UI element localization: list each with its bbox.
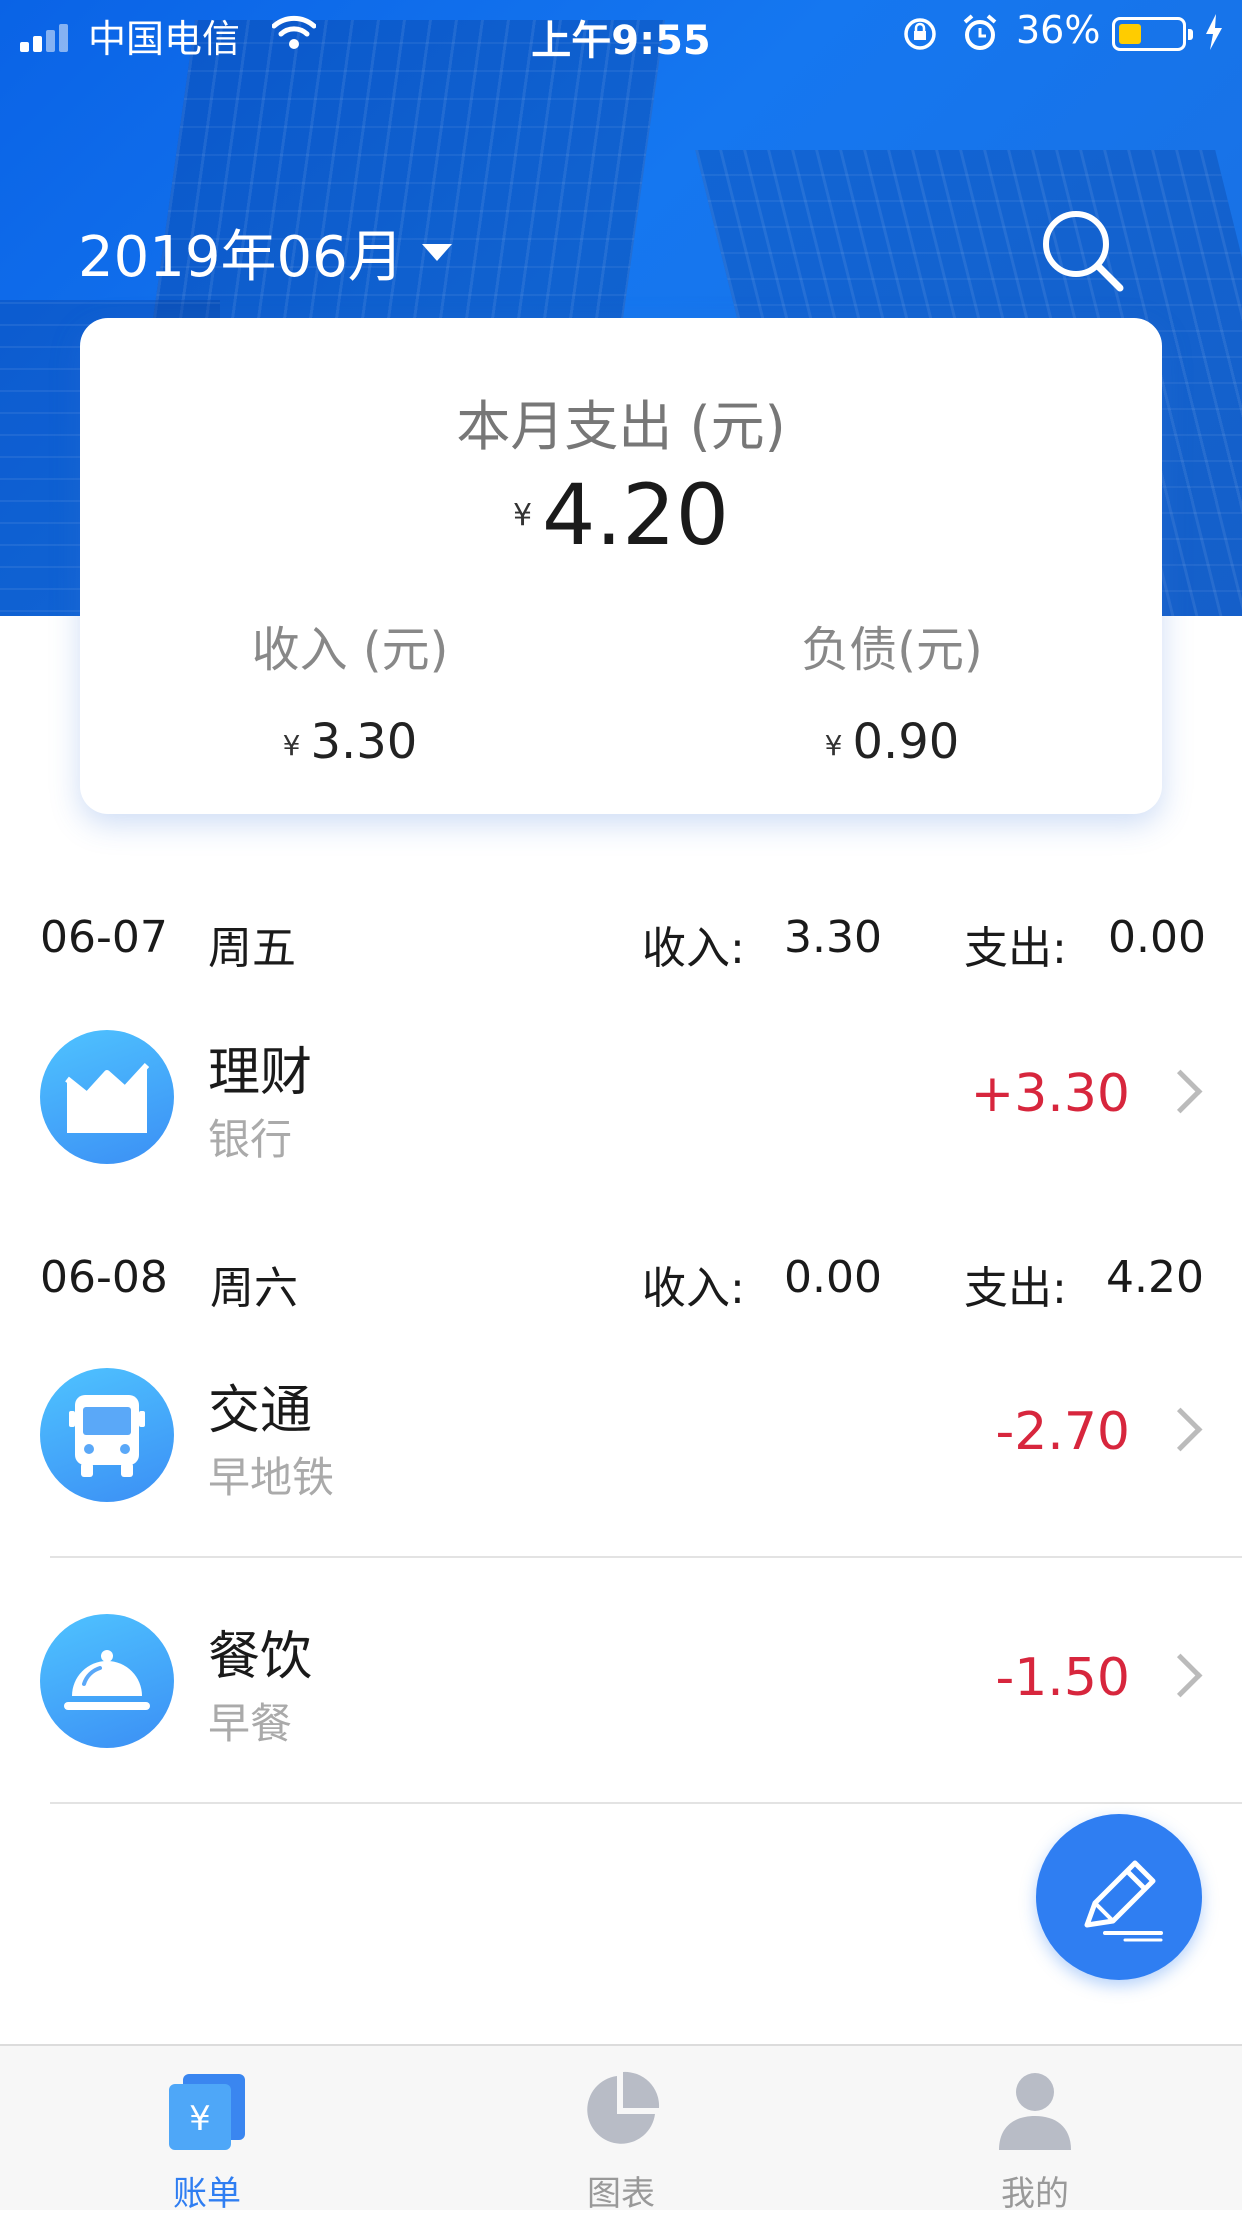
food-cloche-icon: [40, 1614, 174, 1748]
list-item[interactable]: 理财 银行 +3.30: [0, 996, 1242, 1196]
total-expense-value: 4.20: [542, 466, 730, 564]
record-amount: +3.30: [970, 1064, 1130, 1124]
pencil-icon: [1084, 1860, 1163, 1942]
month-selector[interactable]: 2019年06月: [78, 212, 452, 293]
divider: [50, 1802, 1242, 1804]
svg-text:¥: ¥: [189, 2099, 211, 2139]
tab-profile[interactable]: 我的: [828, 2046, 1242, 2214]
day-income-value: 3.30: [784, 912, 882, 963]
list-item[interactable]: 餐饮 早餐 -1.50: [0, 1580, 1242, 1780]
currency-symbol: ¥: [512, 497, 533, 533]
tab-bar: ¥ 账单 图表 我的: [0, 2044, 1242, 2214]
day-date: 06-07: [40, 912, 168, 963]
day-date: 06-08: [40, 1252, 168, 1303]
finance-chart-icon: [40, 1030, 174, 1164]
status-bar: 中国电信 上午9:55 36%: [0, 0, 1242, 66]
monthly-expense-title: 本月支出 (元): [456, 395, 786, 458]
debt-amount: ¥0.90: [824, 714, 960, 770]
day-expense-value: 4.20: [1106, 1252, 1204, 1303]
day-header: 06-07 周五 收入: 3.30 支出: 0.00: [0, 900, 1242, 980]
battery-icon: [1112, 17, 1193, 51]
month-label: 2019年06月: [78, 225, 404, 290]
debt-label: 负债(元): [801, 622, 983, 678]
day-income-label: 收入:: [642, 1263, 745, 1314]
pie-chart-icon: [587, 2071, 660, 2144]
rotation-lock-icon: [904, 18, 936, 50]
income-label: 收入 (元): [251, 622, 449, 678]
record-note: 早地铁: [208, 1453, 335, 1502]
record-note: 银行: [208, 1115, 293, 1164]
debt-summary: 负债(元) ¥0.90: [622, 610, 1162, 770]
day-income-value: 0.00: [784, 1252, 882, 1303]
day-income-label: 收入:: [642, 923, 745, 974]
income-summary: 收入 (元) ¥3.30: [80, 610, 620, 770]
record-amount: -1.50: [995, 1648, 1130, 1708]
day-expense-label: 支出:: [964, 923, 1067, 974]
day-weekday: 周六: [210, 1263, 298, 1314]
tab-charts[interactable]: 图表: [414, 2046, 828, 2214]
charging-icon: [1206, 14, 1222, 50]
list-item[interactable]: 交通 早地铁 -2.70: [0, 1334, 1242, 1534]
chevron-right-icon: [1158, 1069, 1203, 1114]
battery-percent: 36%: [1016, 8, 1101, 52]
search-icon[interactable]: [1040, 208, 1124, 292]
record-category: 交通: [208, 1381, 313, 1441]
divider: [50, 1556, 1242, 1558]
bus-icon: [40, 1368, 174, 1502]
add-record-button[interactable]: [1036, 1814, 1202, 1980]
bill-icon: ¥: [169, 2074, 245, 2150]
chevron-right-icon: [1158, 1653, 1203, 1698]
chevron-right-icon: [1158, 1407, 1203, 1452]
day-expense-value: 0.00: [1108, 912, 1206, 963]
income-amount: ¥3.30: [282, 714, 418, 770]
alarm-icon: [963, 14, 997, 50]
record-category: 理财: [208, 1043, 313, 1103]
record-note: 早餐: [208, 1699, 293, 1748]
tab-bills[interactable]: ¥ 账单: [0, 2046, 414, 2214]
day-header: 06-08 周六 收入: 0.00 支出: 4.20: [0, 1240, 1242, 1320]
day-weekday: 周五: [208, 923, 296, 974]
summary-card: 本月支出 (元) ¥4.20 收入 (元) ¥3.30 负债(元) ¥0.90: [80, 318, 1162, 814]
monthly-expense-total: ¥4.20: [80, 466, 1162, 564]
caret-down-icon: [421, 244, 452, 261]
record-amount: -2.70: [995, 1402, 1130, 1462]
day-expense-label: 支出:: [964, 1263, 1067, 1314]
record-category: 餐饮: [208, 1627, 313, 1687]
profile-icon: [999, 2073, 1071, 2150]
